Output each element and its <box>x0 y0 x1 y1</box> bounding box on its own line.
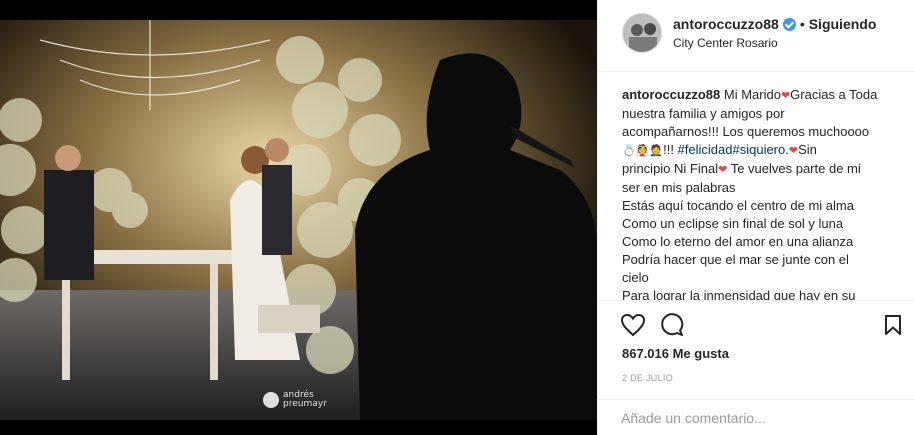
caption-text: !!! <box>663 142 678 157</box>
comment-input[interactable] <box>621 408 891 428</box>
post-date[interactable]: 2 DE JULIO <box>622 373 673 383</box>
ring-bride-groom-emoji-icon: 💍👰🤵 <box>622 145 664 157</box>
following-button[interactable]: Siguiendo <box>809 16 877 32</box>
caption-line: 💍👰🤵!!! #felicidad#siquiero.❤Sin <box>622 141 892 160</box>
caption-line: antoroccuzzo88 Mi Marido❤Gracias a Toda <box>622 86 892 105</box>
bookmark-icon[interactable] <box>884 314 902 341</box>
caption-line: Como un eclipse sin final de sol y luna <box>622 216 844 231</box>
caption-text: Te vuelves parte de mi <box>727 161 861 176</box>
hashtag-link[interactable]: #felicidad <box>678 142 733 157</box>
caption-line: Podría hacer que el mar se junte con el <box>622 252 849 267</box>
post-photo[interactable]: andrés preumayr <box>0 0 597 435</box>
post-caption: antoroccuzzo88 Mi Marido❤Gracias a Toda … <box>622 86 892 300</box>
comment-form <box>598 399 914 435</box>
heart-emoji-icon: ❤ <box>718 164 728 176</box>
caption-line: Como lo eterno del amor en una alianza <box>622 234 854 249</box>
post-side-panel: antoroccuzzo88 • Siguiendo City Center R… <box>597 0 914 435</box>
photo-watermark: andrés preumayr <box>263 391 343 409</box>
caption-text: principio Ni Final <box>622 161 719 176</box>
caption-line: acompañarnos!!! Los queremos muchoooo <box>622 124 870 139</box>
caption-line: Para lograr la inmensidad que hay en su <box>622 288 856 300</box>
likes-count[interactable]: 867.016 Me gusta <box>622 346 729 361</box>
caption-line: Estás aquí tocando el centro de mi alma <box>622 198 854 213</box>
location-link[interactable]: City Center Rosario <box>673 36 778 50</box>
separator-dot: • <box>799 16 805 32</box>
caption-text: Gracias a Toda <box>790 87 878 102</box>
caption-line: nuestra familia y amigos por <box>622 106 785 121</box>
verified-badge-icon <box>782 17 796 31</box>
wedding-photo-image <box>0 0 597 435</box>
username-link[interactable]: antoroccuzzo88 <box>673 16 779 32</box>
avatar[interactable] <box>622 13 662 53</box>
watermark-text: andrés preumayr <box>283 390 327 409</box>
heart-emoji-icon: ❤ <box>780 90 791 102</box>
watermark-logo-icon <box>263 392 279 408</box>
caption-line: cielo <box>622 270 649 285</box>
avatar-image <box>623 14 661 52</box>
post-actions: 867.016 Me gusta 2 DE JULIO <box>598 300 914 412</box>
caption-line: ser en mis palabras <box>622 180 736 195</box>
heart-emoji-icon: ❤ <box>788 145 799 157</box>
caption-line: principio Ni Final❤ Te vuelves parte de … <box>622 160 892 179</box>
caption-text: Sin <box>798 142 817 157</box>
caption-text: Mi Marido <box>720 87 781 102</box>
hashtag-link[interactable]: #siquiero <box>732 142 785 157</box>
caption-author-link[interactable]: antoroccuzzo88 <box>622 87 720 102</box>
heart-icon[interactable] <box>620 313 646 342</box>
comment-icon[interactable] <box>660 313 684 342</box>
user-line: antoroccuzzo88 • Siguiendo <box>673 16 876 32</box>
post-header: antoroccuzzo88 • Siguiendo City Center R… <box>598 0 914 72</box>
